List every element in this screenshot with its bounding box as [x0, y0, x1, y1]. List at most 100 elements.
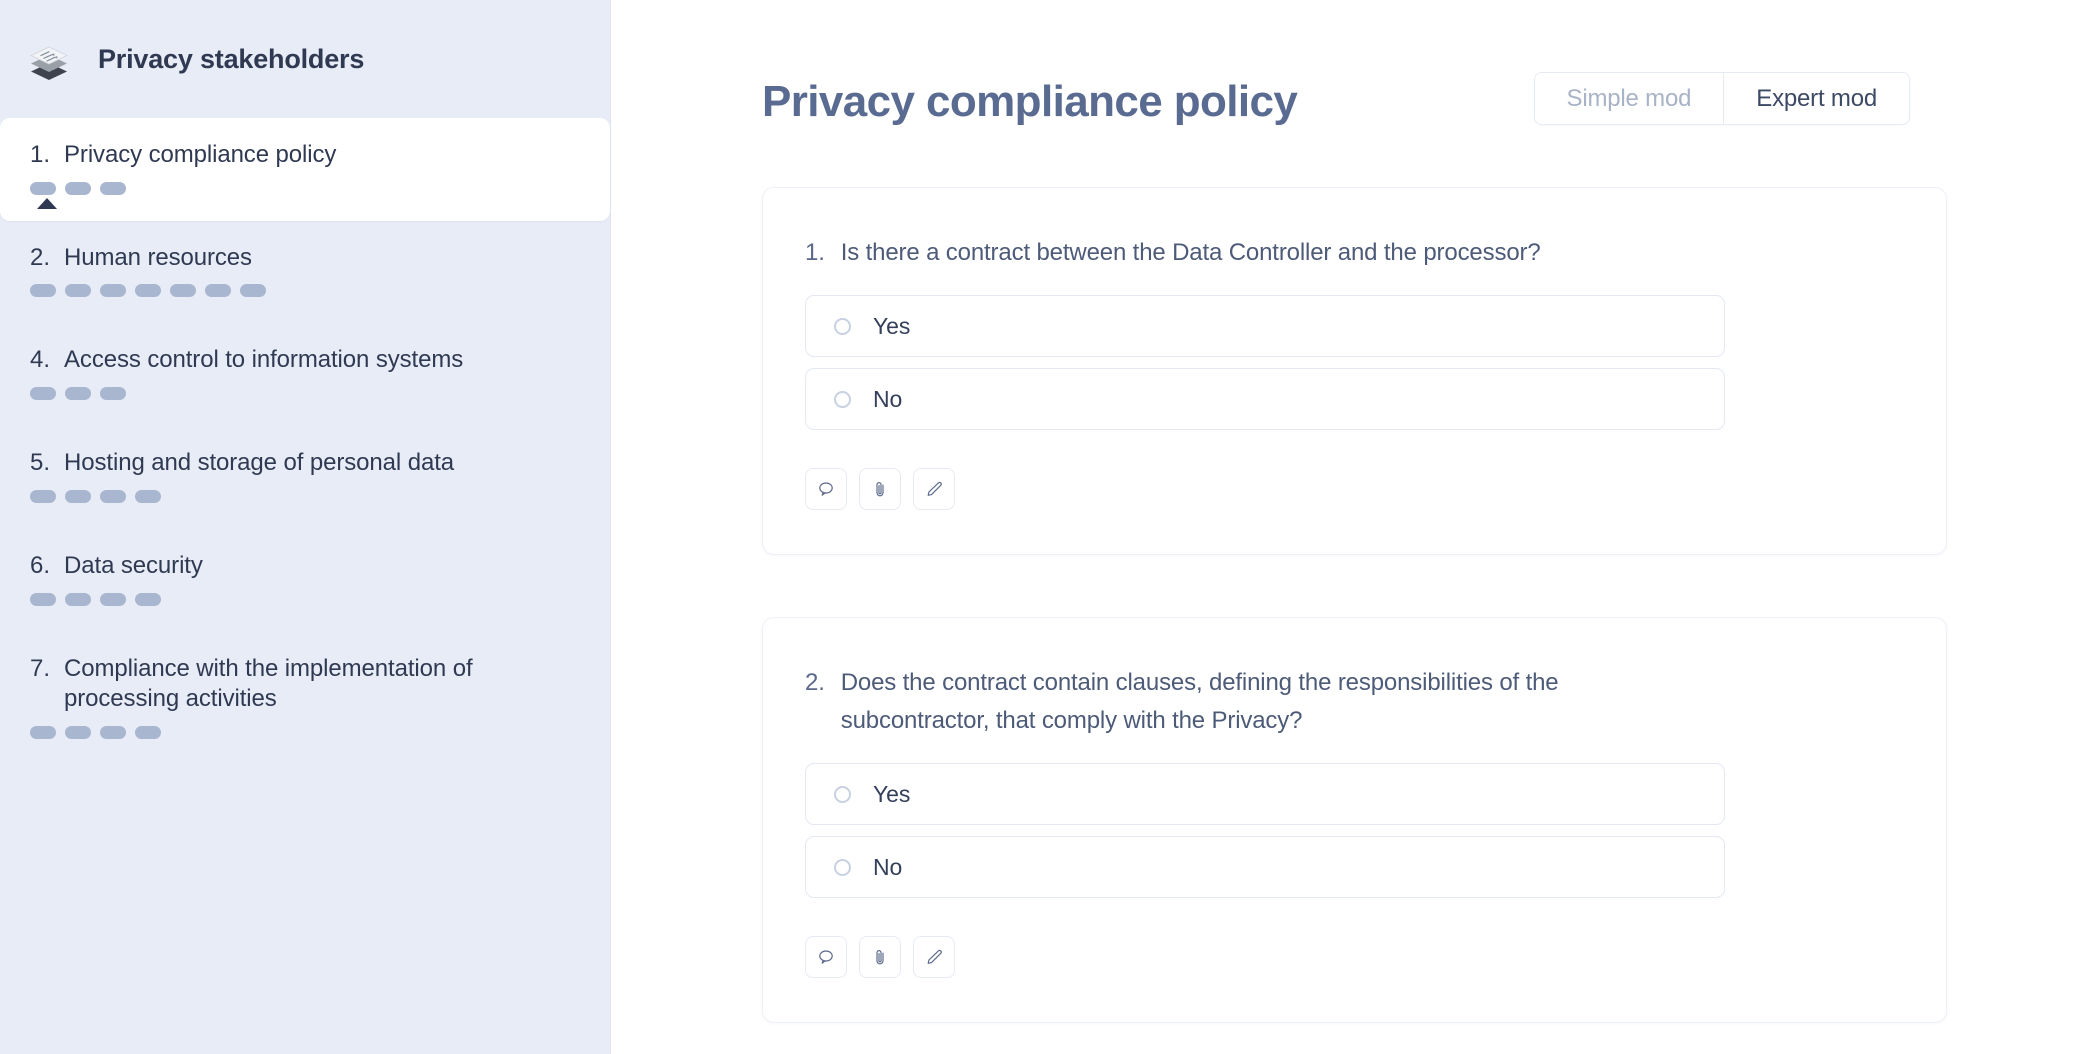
- option-yes[interactable]: Yes: [805, 295, 1725, 357]
- sidebar-item-progress-pips: [30, 490, 580, 503]
- pencil-icon: [924, 479, 944, 499]
- progress-pip: [100, 284, 126, 297]
- sidebar-item-label: Hosting and storage of personal data: [64, 448, 454, 479]
- option-label: Yes: [873, 781, 910, 808]
- page-title: Privacy compliance policy: [762, 72, 1297, 124]
- sidebar-item-human-resources[interactable]: 2. Human resources: [0, 221, 610, 324]
- comment-button[interactable]: [805, 468, 847, 510]
- sidebar-item-number: 4.: [30, 346, 50, 374]
- mode-toggle-group: Simple mod Expert mod: [1534, 72, 1910, 125]
- sidebar-item-progress-pips: [30, 182, 580, 195]
- question-title: 2. Does the contract contain clauses, de…: [805, 664, 1685, 739]
- progress-pip: [135, 284, 161, 297]
- main-header: Privacy compliance policy Simple mod Exp…: [611, 0, 2098, 125]
- sidebar-item-number: 5.: [30, 449, 50, 477]
- sidebar-item-compliance-implementation[interactable]: 7. Compliance with the implementation of…: [0, 632, 610, 765]
- sidebar-item-privacy-compliance-policy[interactable]: 1. Privacy compliance policy: [0, 118, 610, 221]
- progress-pip: [65, 284, 91, 297]
- progress-pip: [135, 593, 161, 606]
- sidebar-item-label: Data security: [64, 551, 203, 582]
- sidebar-item-access-control[interactable]: 4. Access control to information systems: [0, 323, 610, 426]
- attach-button[interactable]: [859, 468, 901, 510]
- edit-button[interactable]: [913, 936, 955, 978]
- question-actions: [805, 468, 1898, 510]
- sidebar-item-progress-pips: [30, 593, 580, 606]
- sidebar-item-label: Compliance with the implementation of pr…: [64, 654, 580, 715]
- brand-title: Privacy stakeholders: [98, 44, 364, 75]
- progress-pip: [240, 284, 266, 297]
- paperclip-icon: [870, 479, 890, 499]
- option-no[interactable]: No: [805, 836, 1725, 898]
- option-label: Yes: [873, 313, 910, 340]
- comment-button[interactable]: [805, 936, 847, 978]
- tab-simple-mod[interactable]: Simple mod: [1535, 73, 1724, 124]
- progress-pip: [65, 182, 91, 195]
- sidebar-nav: 1. Privacy compliance policy 2. Human re…: [0, 118, 610, 765]
- progress-pip: [30, 182, 56, 195]
- progress-pip: [65, 726, 91, 739]
- answer-options: Yes No: [805, 295, 1898, 430]
- radio-icon[interactable]: [834, 786, 851, 803]
- progress-pip: [205, 284, 231, 297]
- sidebar-item-row: 6. Data security: [30, 551, 580, 582]
- progress-pip: [135, 490, 161, 503]
- sidebar-item-number: 6.: [30, 552, 50, 580]
- sidebar-item-data-security[interactable]: 6. Data security: [0, 529, 610, 632]
- option-label: No: [873, 854, 902, 881]
- sidebar-header: Privacy stakeholders: [0, 0, 610, 118]
- option-label: No: [873, 386, 902, 413]
- sidebar-item-row: 5. Hosting and storage of personal data: [30, 448, 580, 479]
- stacked-layers-icon: [26, 36, 72, 82]
- progress-pip: [170, 284, 196, 297]
- progress-pip: [30, 490, 56, 503]
- sidebar-item-progress-pips: [30, 726, 580, 739]
- sidebar-item-number: 2.: [30, 244, 50, 272]
- option-no[interactable]: No: [805, 368, 1725, 430]
- answer-options: Yes No: [805, 763, 1898, 898]
- edit-button[interactable]: [913, 468, 955, 510]
- sidebar: Privacy stakeholders 1. Privacy complian…: [0, 0, 611, 1054]
- option-yes[interactable]: Yes: [805, 763, 1725, 825]
- progress-pip: [65, 490, 91, 503]
- attach-button[interactable]: [859, 936, 901, 978]
- progress-pip: [65, 387, 91, 400]
- progress-pip: [100, 387, 126, 400]
- progress-pip: [30, 726, 56, 739]
- sidebar-item-row: 7. Compliance with the implementation of…: [30, 654, 580, 715]
- radio-icon[interactable]: [834, 391, 851, 408]
- app-root: Privacy stakeholders 1. Privacy complian…: [0, 0, 2098, 1054]
- question-title: 1. Is there a contract between the Data …: [805, 234, 1685, 271]
- question-text: Is there a contract between the Data Con…: [841, 234, 1541, 271]
- comment-icon: [816, 947, 836, 967]
- sidebar-item-row: 1. Privacy compliance policy: [30, 140, 580, 171]
- sidebar-item-progress-pips: [30, 387, 580, 400]
- progress-pip: [65, 593, 91, 606]
- sidebar-item-number: 1.: [30, 141, 50, 169]
- comment-icon: [816, 479, 836, 499]
- sidebar-item-number: 7.: [30, 655, 50, 683]
- questions-list: 1. Is there a contract between the Data …: [611, 125, 2098, 1023]
- progress-pip: [30, 387, 56, 400]
- progress-pip: [100, 182, 126, 195]
- active-indicator-caret-icon: [37, 198, 57, 209]
- question-actions: [805, 936, 1898, 978]
- sidebar-item-label: Privacy compliance policy: [64, 140, 336, 171]
- sidebar-item-hosting-and-storage[interactable]: 5. Hosting and storage of personal data: [0, 426, 610, 529]
- sidebar-item-label: Access control to information systems: [64, 345, 463, 376]
- question-text: Does the contract contain clauses, defin…: [841, 664, 1685, 739]
- radio-icon[interactable]: [834, 318, 851, 335]
- sidebar-item-label: Human resources: [64, 243, 252, 274]
- progress-pip: [30, 593, 56, 606]
- progress-pip: [100, 726, 126, 739]
- tab-expert-mod[interactable]: Expert mod: [1723, 73, 1909, 124]
- sidebar-item-progress-pips: [30, 284, 580, 297]
- sidebar-item-row: 2. Human resources: [30, 243, 580, 274]
- progress-pip: [100, 490, 126, 503]
- pencil-icon: [924, 947, 944, 967]
- question-card: 2. Does the contract contain clauses, de…: [762, 617, 1947, 1023]
- question-number: 1.: [805, 234, 825, 271]
- question-card: 1. Is there a contract between the Data …: [762, 187, 1947, 555]
- radio-icon[interactable]: [834, 859, 851, 876]
- progress-pip: [30, 284, 56, 297]
- progress-pip: [100, 593, 126, 606]
